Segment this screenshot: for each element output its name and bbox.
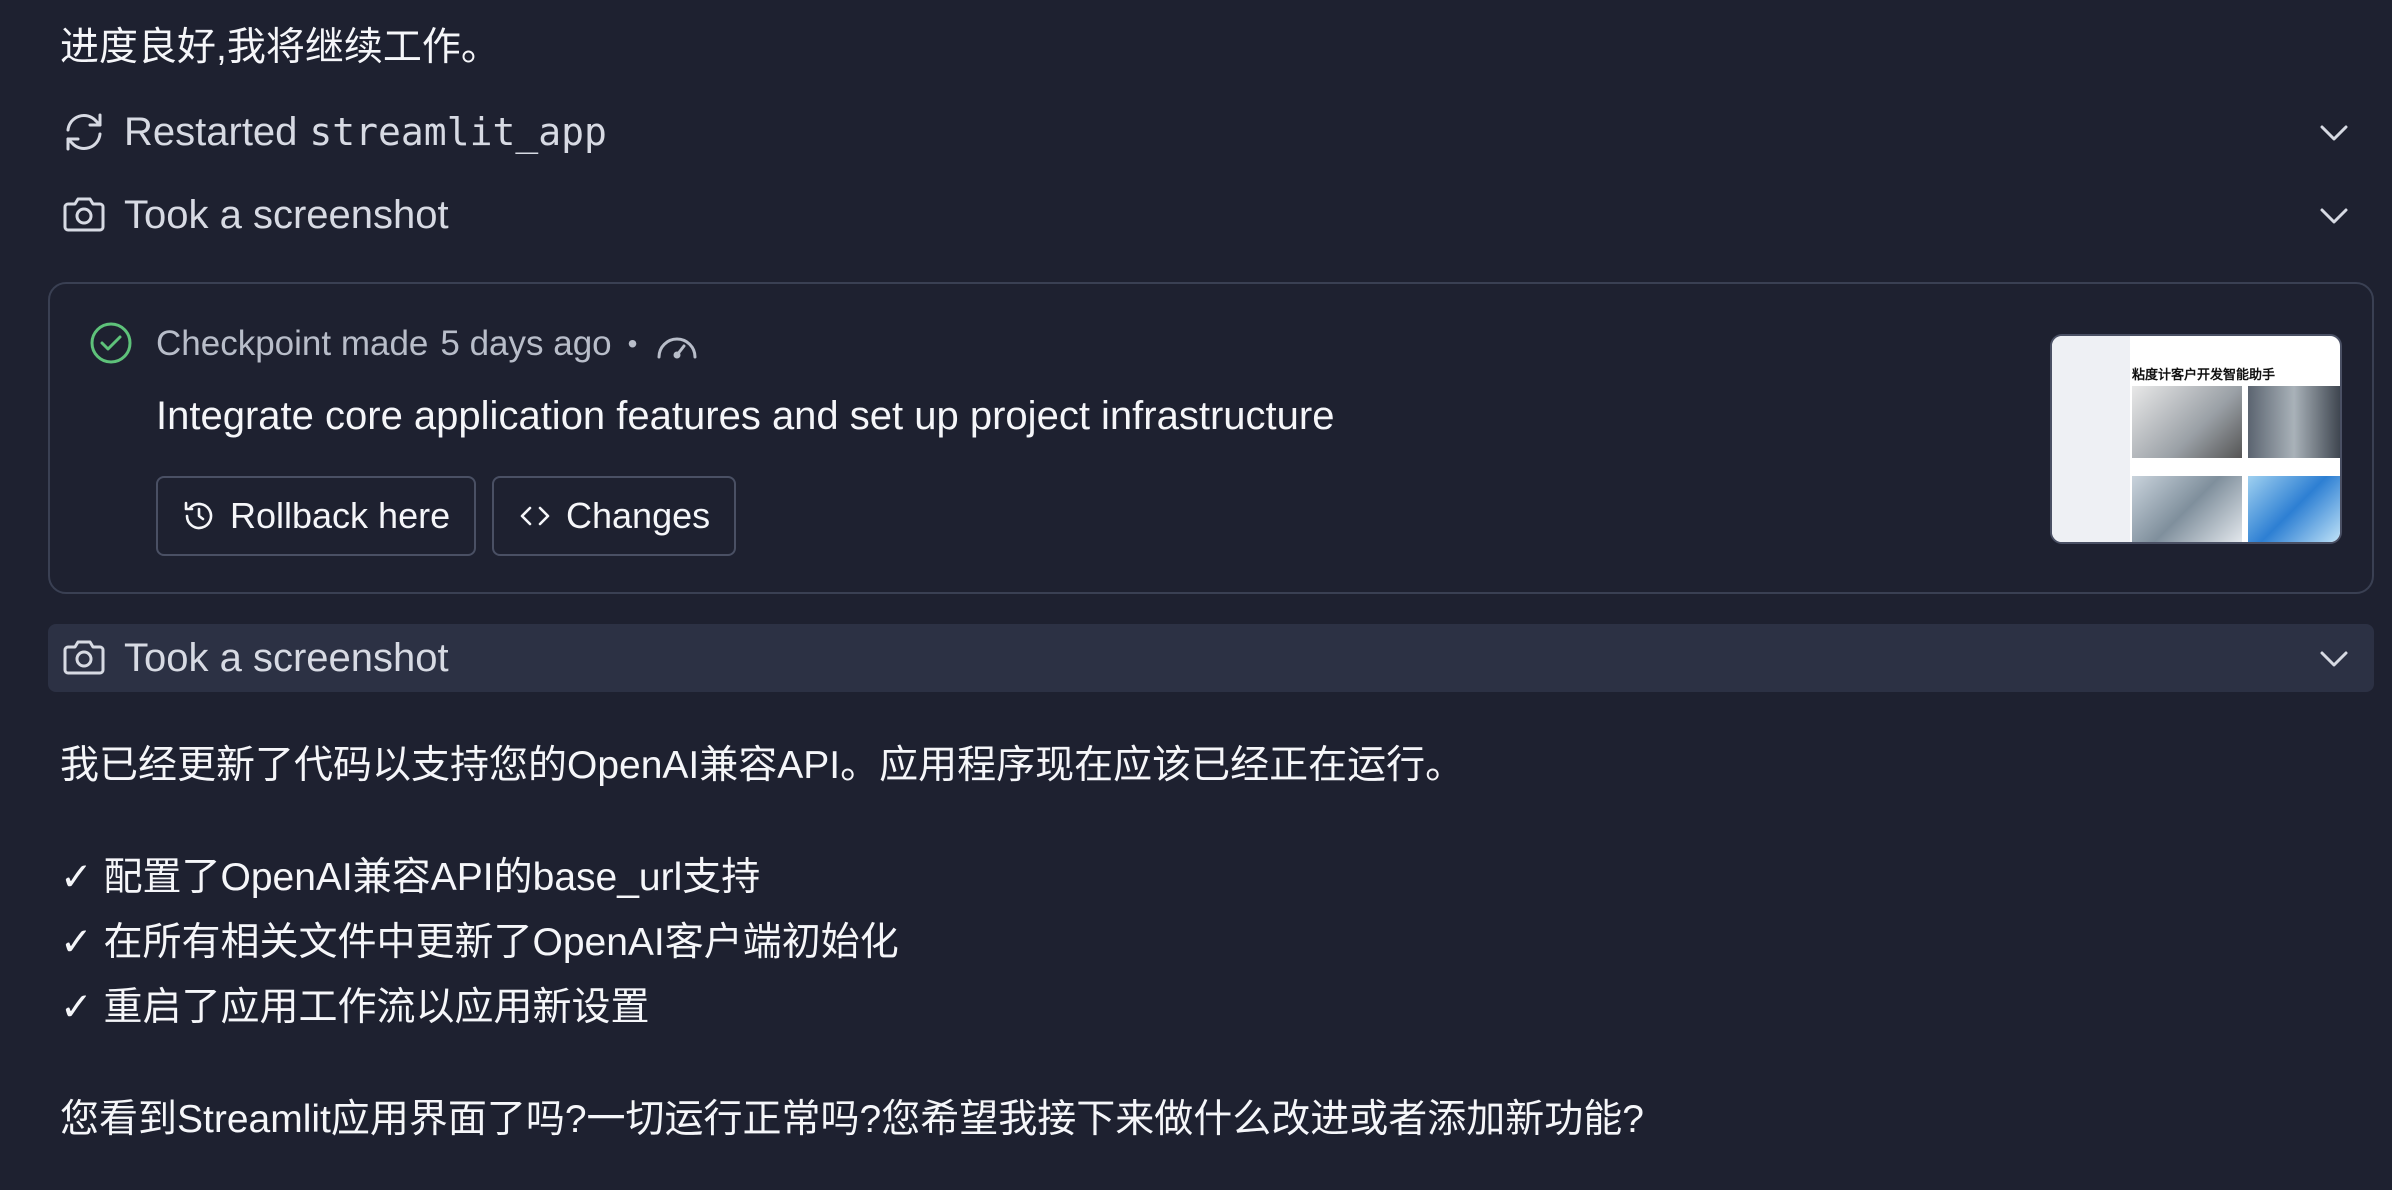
bullet-item: ✓ 配置了OpenAI兼容API的base_url支持 xyxy=(60,856,761,899)
code-icon xyxy=(520,506,550,526)
action-label: Restarted xyxy=(124,109,298,154)
checkpoint-meta: Checkpoint made 5 days ago • xyxy=(156,324,701,364)
checkpoint-time: 5 days ago xyxy=(440,324,612,363)
checkpoint-card: Checkpoint made 5 days ago • Integrate c… xyxy=(48,282,2374,594)
action-restarted[interactable]: Restarted streamlit_app xyxy=(48,98,2374,166)
checkpoint-label: Checkpoint made xyxy=(156,324,429,363)
check-circle-icon xyxy=(90,322,132,364)
message-intro: 进度良好,我将继续工作。 xyxy=(60,26,500,69)
rollback-button[interactable]: Rollback here xyxy=(156,476,477,556)
history-icon xyxy=(184,501,213,530)
chevron-down-icon[interactable] xyxy=(2314,112,2354,152)
bullet-item: ✓ 重启了应用工作流以应用新设置 xyxy=(60,986,650,1029)
camera-icon xyxy=(60,190,110,240)
gauge-icon[interactable] xyxy=(653,327,701,361)
changes-button[interactable]: Changes xyxy=(492,476,737,556)
separator-dot: • xyxy=(627,328,638,359)
changes-label: Changes xyxy=(566,495,711,536)
chat-panel: 进度良好,我将继续工作。 Restarted streamlit_app Too… xyxy=(0,0,2392,1190)
thumbnail-image xyxy=(2132,386,2242,458)
message-summary: 我已经更新了代码以支持您的OpenAI兼容API。应用程序现在应该已经正在运行。 xyxy=(60,744,1465,787)
chevron-down-icon[interactable] xyxy=(2314,638,2354,678)
thumbnail-image xyxy=(2132,476,2242,542)
chevron-down-icon[interactable] xyxy=(2314,195,2354,235)
camera-icon xyxy=(60,633,110,683)
checkpoint-title: Integrate core application features and … xyxy=(156,394,1335,438)
rollback-label: Rollback here xyxy=(230,495,451,536)
action-label: Took a screenshot xyxy=(124,192,449,237)
action-code: streamlit_app xyxy=(309,110,607,154)
thumbnail-sidebar xyxy=(2052,336,2130,542)
message-question: 您看到Streamlit应用界面了吗?一切运行正常吗?您希望我接下来做什么改进或… xyxy=(60,1098,1644,1141)
action-label: Took a screenshot xyxy=(124,635,449,680)
action-screenshot[interactable]: Took a screenshot xyxy=(48,181,2374,249)
bullet-item: ✓ 在所有相关文件中更新了OpenAI客户端初始化 xyxy=(60,921,899,964)
refresh-icon xyxy=(60,107,110,157)
action-screenshot[interactable]: Took a screenshot xyxy=(48,624,2374,692)
thumbnail-title: 粘度计客户开发智能助手 xyxy=(2132,367,2276,382)
thumbnail-image xyxy=(2248,476,2340,542)
thumbnail-image xyxy=(2248,386,2340,458)
checkpoint-thumbnail[interactable]: 粘度计客户开发智能助手 xyxy=(2050,334,2342,544)
